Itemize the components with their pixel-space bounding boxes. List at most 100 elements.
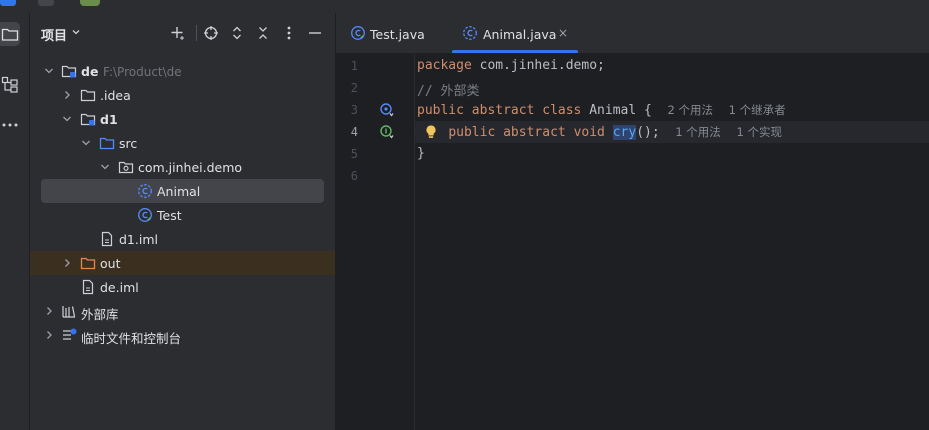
- chevron-down-icon[interactable]: [99, 161, 111, 173]
- tree-item-label: 外部库: [81, 307, 119, 322]
- folder-icon: [80, 89, 96, 102]
- tree-item-out[interactable]: out: [30, 251, 335, 275]
- tree-item-de[interactable]: de F:\Product\de: [30, 59, 335, 83]
- class-name: Animal: [589, 103, 637, 118]
- project-tool-button[interactable]: [0, 22, 20, 46]
- module-folder-icon: [80, 113, 96, 126]
- tab-label: Test.java: [370, 27, 425, 42]
- tree-item-d1[interactable]: d1: [30, 107, 335, 131]
- more-horizontal-icon: [2, 123, 18, 127]
- structure-icon: [1, 76, 18, 93]
- tree-item-package[interactable]: com.jinhei.demo: [30, 155, 335, 179]
- top-marker-1: [0, 0, 16, 6]
- tab-test-java[interactable]: Test.java: [344, 13, 434, 53]
- tree-item-path: F:\Product\de: [103, 65, 182, 79]
- tree-item-label: com.jinhei.demo: [138, 160, 243, 175]
- tree-item-external-libraries[interactable]: 外部库: [30, 299, 335, 323]
- tree-item-test[interactable]: Test: [30, 203, 335, 227]
- tab-animal-java[interactable]: Animal.java ×: [452, 13, 578, 53]
- tree-item-label: de.iml: [100, 280, 139, 295]
- chevron-down-icon[interactable]: [61, 113, 73, 125]
- tree-item-animal[interactable]: Animal: [30, 179, 335, 203]
- keyword: class: [542, 103, 582, 118]
- line-number: 6: [350, 169, 358, 183]
- add-icon: [171, 27, 184, 40]
- file-icon: [82, 279, 94, 295]
- code-text: com.jinhei.demo;: [471, 58, 605, 73]
- line-number: 5: [350, 147, 358, 161]
- scratches-icon: [63, 328, 77, 340]
- tree-item-label: Animal: [157, 184, 201, 199]
- minimize-icon: [309, 32, 321, 34]
- tree-item-de-iml[interactable]: de.iml: [30, 275, 335, 299]
- chevron-down-icon[interactable]: [71, 27, 81, 37]
- usages-hint[interactable]: 1 个用法: [675, 125, 720, 139]
- code-editor[interactable]: 1 2 3 4 5 6 package com.jinhei.demo; // …: [336, 54, 929, 430]
- usages-hint[interactable]: 2 个用法: [668, 103, 713, 117]
- tree-item-scratches[interactable]: 临时文件和控制台: [30, 323, 335, 347]
- implementations-gutter-icon[interactable]: [379, 124, 395, 140]
- structure-tool-button[interactable]: [0, 73, 20, 97]
- implementations-hint[interactable]: 1 个实现: [736, 125, 781, 139]
- tree-item-d1-iml[interactable]: d1.iml: [30, 227, 335, 251]
- keyword: abstract: [471, 103, 535, 118]
- chevron-right-icon[interactable]: [43, 305, 55, 317]
- keyword: public: [417, 103, 464, 118]
- library-icon: [62, 306, 76, 318]
- options-button[interactable]: [279, 23, 299, 43]
- module-folder-icon: [61, 65, 77, 78]
- active-tab-indicator: [452, 50, 578, 53]
- more-tools-button[interactable]: [0, 113, 20, 137]
- tree-item-label: 临时文件和控制台: [81, 331, 182, 346]
- keyword: public: [448, 125, 496, 140]
- tree-item-label: .idea: [100, 88, 131, 103]
- keyword: abstract: [503, 125, 566, 140]
- comment: // 外部类: [417, 84, 480, 99]
- new-file-button[interactable]: [168, 23, 188, 43]
- class-icon: [138, 208, 152, 222]
- tree-item-label: out: [100, 256, 121, 271]
- inheritors-hint[interactable]: 1 个继承者: [729, 103, 786, 117]
- crosshair-icon: [204, 26, 218, 40]
- inheritors-gutter-icon[interactable]: [379, 102, 395, 118]
- top-marker-3: [80, 0, 100, 6]
- abstract-class-icon: [463, 26, 477, 40]
- code-line-1: package com.jinhei.demo;: [417, 58, 605, 73]
- package-icon: [118, 161, 134, 174]
- code-line-4: public abstract void cry(); 1 个用法 1 个实现: [417, 124, 782, 140]
- chevron-right-icon[interactable]: [61, 257, 73, 269]
- keyword: void: [573, 125, 605, 140]
- tree-item-idea[interactable]: .idea: [30, 83, 335, 107]
- chevron-right-icon[interactable]: [43, 329, 55, 341]
- chevron-right-icon[interactable]: [61, 89, 73, 101]
- excluded-folder-icon: [80, 257, 96, 270]
- top-marker-2: [38, 0, 54, 6]
- more-vertical-icon: [287, 26, 291, 40]
- editor-gutter: 1 2 3 4 5 6: [336, 54, 415, 430]
- project-panel-title[interactable]: 项目: [41, 25, 67, 44]
- abstract-class-icon: [138, 184, 152, 198]
- expand-all-button[interactable]: [227, 23, 247, 43]
- editor-tab-bar: Test.java Animal.java ×: [336, 13, 929, 54]
- locate-file-button[interactable]: [201, 23, 221, 43]
- collapse-all-button[interactable]: [253, 23, 273, 43]
- tree-item-src[interactable]: src: [30, 131, 335, 155]
- project-panel-header: 项目: [30, 13, 335, 53]
- toolbar-separator: [196, 25, 197, 41]
- code-text: ();: [636, 125, 660, 140]
- file-icon: [101, 231, 113, 247]
- line-number: 4: [350, 125, 358, 139]
- chevron-down-icon[interactable]: [43, 65, 55, 77]
- method-name: cry: [612, 125, 637, 140]
- chevron-down-icon[interactable]: [80, 137, 92, 149]
- close-icon[interactable]: ×: [558, 26, 568, 40]
- tree-item-label: d1: [100, 112, 118, 127]
- tree-item-label: de: [81, 64, 99, 79]
- keyword: package: [417, 58, 472, 73]
- code-text: }: [417, 146, 425, 161]
- hide-panel-button[interactable]: [305, 23, 325, 43]
- code-line-2: // 外部类: [417, 80, 479, 99]
- source-folder-icon: [99, 137, 115, 150]
- line-number: 2: [350, 81, 358, 95]
- line-number: 1: [350, 59, 358, 73]
